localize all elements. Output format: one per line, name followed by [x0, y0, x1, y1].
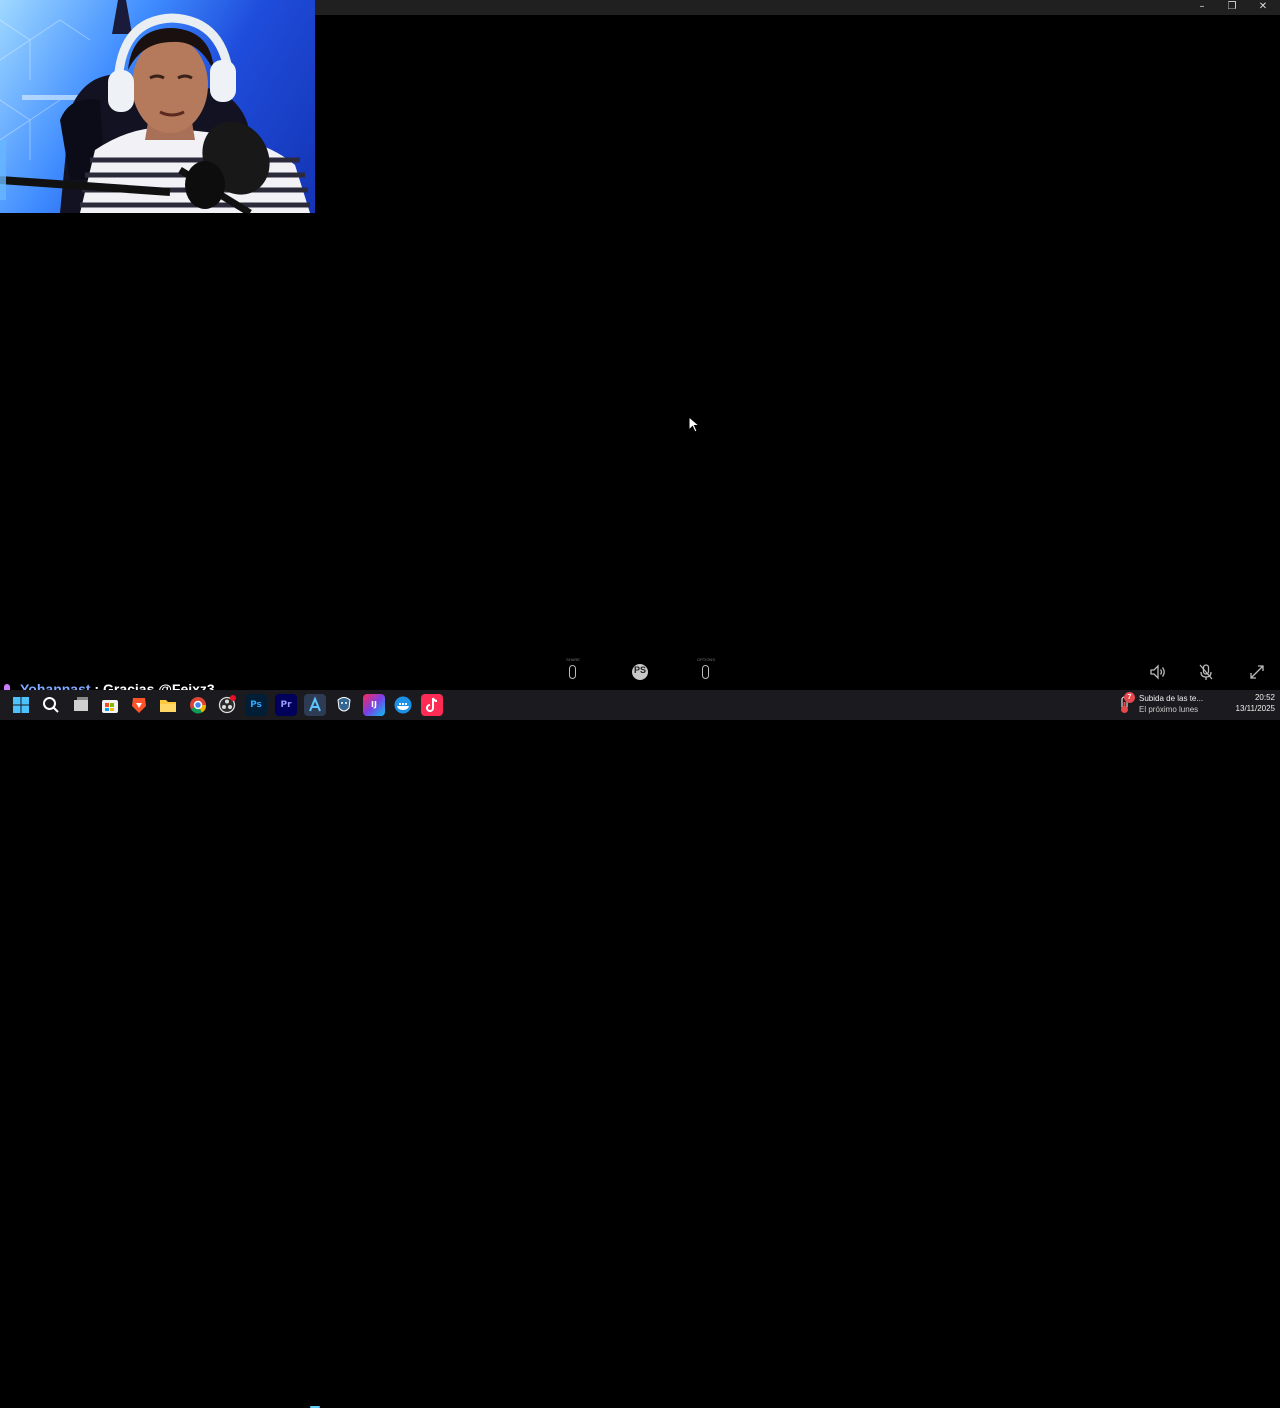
chrome-icon[interactable] — [187, 694, 209, 716]
maximize-button[interactable]: ❐ — [1217, 0, 1247, 15]
options-button[interactable]: OPTIONS — [697, 655, 715, 685]
share-button[interactable]: SHARE — [565, 655, 581, 685]
ps-logo-icon: PS — [633, 665, 646, 675]
system-clock[interactable]: 20:52 13/11/2025 — [1220, 692, 1275, 714]
clock-time: 20:52 — [1254, 693, 1275, 702]
close-button[interactable]: ✕ — [1248, 0, 1278, 15]
postgres-icon[interactable] — [333, 694, 355, 716]
webcam-image — [0, 0, 310, 213]
file-explorer-icon[interactable] — [157, 694, 179, 716]
options-caption: OPTIONS — [696, 657, 715, 662]
fullscreen-icon[interactable] — [1248, 663, 1266, 681]
ps-home-button[interactable]: PS — [632, 664, 648, 680]
tiktok-icon[interactable] — [421, 694, 443, 716]
minimize-button[interactable]: – — [1187, 0, 1217, 15]
brave-browser-icon[interactable] — [128, 694, 150, 716]
mouse-cursor-icon — [688, 416, 700, 433]
taskbar: Ps Pr IJ 7 Subida de las te... El próxim… — [0, 690, 1280, 1408]
microsoft-store-icon[interactable] — [99, 694, 121, 716]
clock-date: 13/11/2025 — [1235, 704, 1275, 713]
intellij-icon[interactable]: IJ — [363, 694, 385, 716]
weather-subtitle: El próximo lunes — [1139, 705, 1199, 714]
weather-title: Subida de las te... — [1139, 694, 1204, 703]
windows-start-icon[interactable] — [10, 694, 32, 716]
webcam-overlay — [0, 0, 315, 213]
search-icon[interactable] — [40, 694, 62, 716]
premiere-icon[interactable]: Pr — [275, 694, 297, 716]
mic-muted-icon[interactable] — [1197, 663, 1215, 681]
share-caption: SHARE — [566, 657, 580, 662]
docker-icon[interactable] — [392, 694, 414, 716]
options-pill-icon — [702, 665, 709, 679]
task-view-icon[interactable] — [70, 694, 92, 716]
share-pill-icon — [569, 665, 576, 679]
weather-badge: 7 — [1124, 692, 1135, 703]
weather-widget[interactable]: 7 Subida de las te... El próximo lunes — [1118, 692, 1218, 718]
volume-icon[interactable] — [1149, 663, 1167, 681]
obs-icon[interactable] — [216, 694, 238, 716]
photoshop-icon[interactable]: Ps — [245, 694, 267, 716]
remote-play-icon[interactable] — [304, 694, 326, 716]
